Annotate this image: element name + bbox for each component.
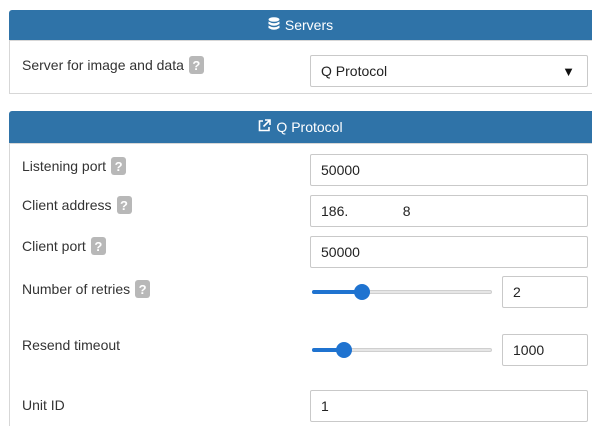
help-icon[interactable]: ? (135, 280, 151, 298)
slider-thumb[interactable] (336, 342, 353, 358)
servers-panel-title: Servers (284, 17, 334, 33)
help-icon[interactable]: ? (90, 237, 106, 255)
listening-port-input[interactable]: 50000 (310, 154, 588, 186)
client-port-label: Client port ? (22, 237, 106, 255)
resend-timeout-input[interactable]: 1000 (502, 334, 588, 366)
retries-input[interactable]: 2 (502, 276, 588, 308)
resend-timeout-label: Resend timeout (22, 337, 121, 353)
client-address-label: Client address ? (22, 196, 132, 214)
help-icon[interactable]: ? (116, 196, 132, 214)
database-icon (268, 16, 280, 34)
protocol-panel-title: Q Protocol (276, 119, 343, 135)
servers-panel-header: Servers (9, 10, 592, 40)
listening-port-label: Listening port ? (22, 157, 127, 175)
protocol-panel-header: Q Protocol (9, 111, 592, 143)
server-select[interactable]: Q Protocol ▼ (310, 55, 588, 87)
client-port-input[interactable]: 50000 (310, 236, 588, 268)
external-link-icon (258, 119, 272, 135)
unit-id-input[interactable]: 1 (310, 390, 588, 422)
retries-label: Number of retries ? (22, 280, 151, 298)
resend-timeout-slider[interactable] (312, 342, 492, 358)
server-select-value: Q Protocol (321, 63, 388, 79)
client-address-input[interactable]: 186. 8 (310, 195, 588, 227)
unit-id-label: Unit ID (22, 397, 65, 413)
slider-thumb[interactable] (354, 284, 371, 300)
retries-slider[interactable] (312, 284, 492, 300)
chevron-down-icon: ▼ (562, 63, 575, 79)
help-icon[interactable]: ? (111, 157, 127, 175)
help-icon[interactable]: ? (188, 56, 204, 74)
server-select-label: Server for image and data ? (22, 56, 204, 74)
